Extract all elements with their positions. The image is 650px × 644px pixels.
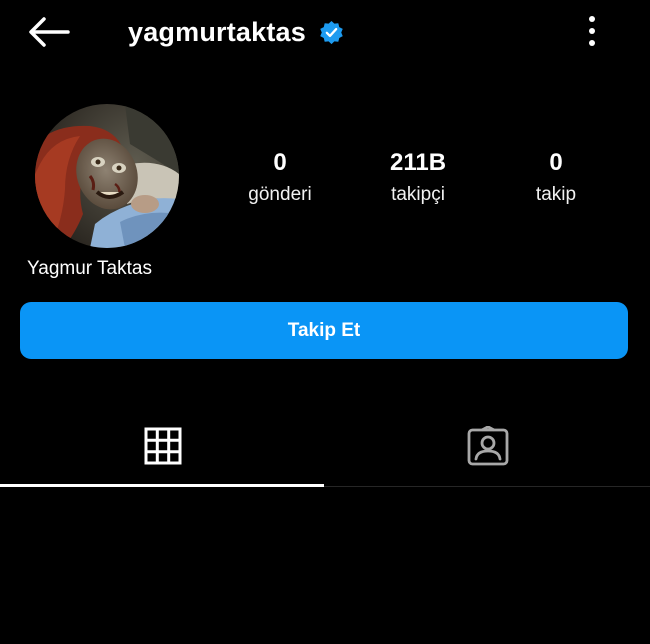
followers-label: takipçi [391, 184, 445, 205]
arrow-left-icon [29, 17, 70, 47]
username-row: yagmurtaktas [128, 14, 344, 50]
following-label: takip [535, 184, 577, 205]
avatar-image [35, 104, 179, 248]
more-options-button[interactable] [580, 14, 604, 50]
profile-screen: yagmurtaktas 0 gönderi 211B takipçi 0 ta… [0, 0, 650, 644]
profile-header: yagmurtaktas [0, 0, 650, 64]
profile-username: yagmurtaktas [128, 16, 306, 47]
posts-label: gönderi [248, 184, 312, 205]
tab-posts-grid[interactable] [0, 405, 325, 487]
verified-badge-icon [320, 20, 343, 44]
profile-display-name: Yagmur Taktas [27, 258, 152, 279]
followers-count: 211B [389, 149, 447, 176]
following-count: 0 [549, 149, 563, 176]
more-vertical-icon [589, 16, 595, 46]
profile-avatar[interactable] [35, 104, 179, 248]
follow-button[interactable]: Takip Et [20, 302, 628, 359]
tagged-icon [467, 426, 508, 466]
stat-posts[interactable]: 0 gönderi [220, 148, 340, 210]
active-tab-indicator [0, 484, 324, 487]
tab-tagged[interactable] [325, 405, 650, 487]
stat-following[interactable]: 0 takip [496, 148, 616, 210]
grid-icon [144, 427, 181, 465]
stat-followers[interactable]: 211B takipçi [358, 148, 478, 210]
posts-count: 0 [273, 149, 287, 176]
back-button[interactable] [26, 14, 72, 50]
